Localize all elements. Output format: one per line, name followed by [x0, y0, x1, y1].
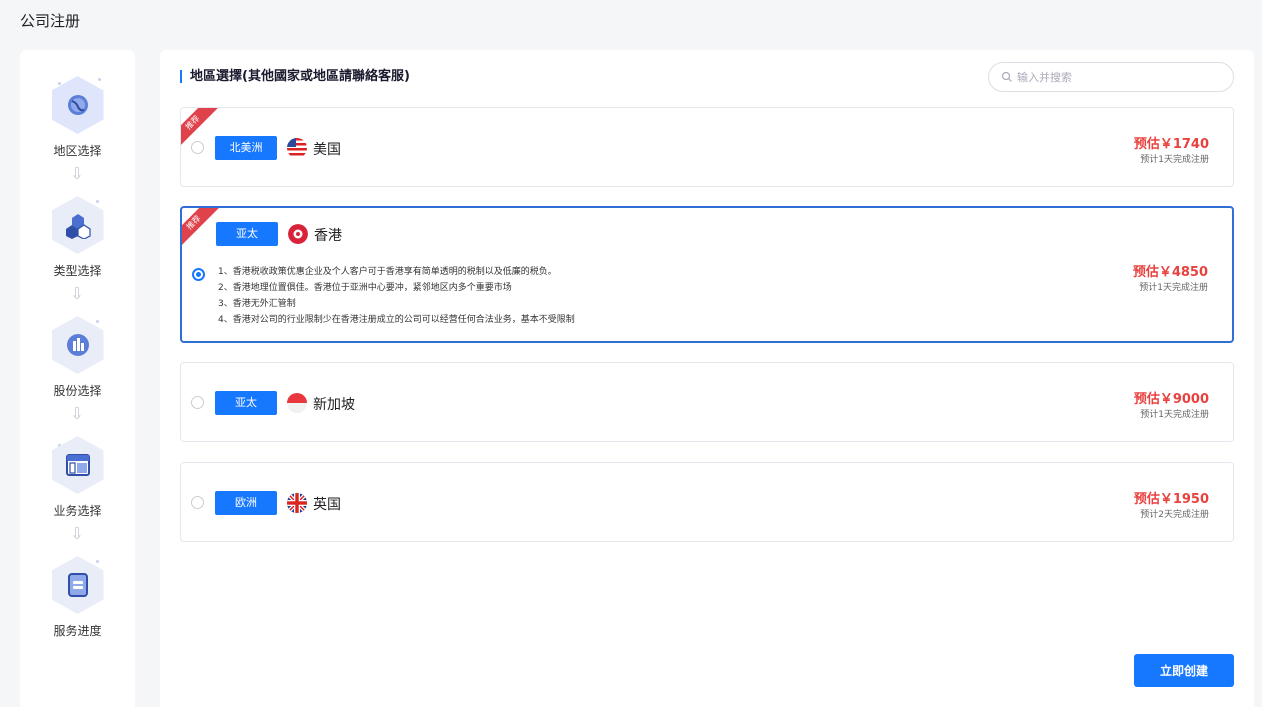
- region-radio[interactable]: [191, 141, 204, 154]
- region-card-uk[interactable]: 欧洲 英国 预估￥1950 预计2天完成注册: [180, 462, 1234, 542]
- step-label: 类型选择: [53, 264, 102, 278]
- step-label: 地区选择: [53, 144, 102, 158]
- region-card-us[interactable]: 推荐 北美洲 美国 预估￥1740 预计1天完成注册: [180, 107, 1234, 187]
- price: 预估￥4850: [1132, 265, 1208, 280]
- section-title: 地區選擇(其他國家或地區請聯絡客服): [180, 70, 410, 83]
- region-tag: 北美洲: [215, 136, 277, 160]
- step-label: 服务进度: [53, 624, 102, 638]
- description-line: 2、香港地理位置俱佳。香港位于亚洲中心要冲，紧邻地区内多个重要市场: [218, 283, 512, 293]
- arrow-down-icon: ⇩: [70, 524, 84, 543]
- step-label: 业务选择: [53, 504, 102, 518]
- step-label: 股份选择: [53, 384, 102, 398]
- type-icon: [51, 196, 104, 254]
- price: 预估￥1740: [1133, 137, 1209, 152]
- region-description: 1、香港税收政策优惠企业及个人客户可于香港享有简单透明的税制以及低廉的税负。 2…: [218, 264, 575, 328]
- region-tag: 亚太: [216, 222, 278, 246]
- main-panel: 地區選擇(其他國家或地區請聯絡客服) 推荐 北美洲 美国 预估￥1740 预计1…: [160, 50, 1254, 707]
- eta: 预计1天完成注册: [1140, 155, 1209, 165]
- step-sidebar: 地区选择 ⇩ 类型选择 ⇩ 股份选择 ⇩ 业务选择 ⇩ 服务进度: [20, 50, 135, 707]
- step-progress[interactable]: 服务进度: [20, 556, 135, 639]
- region-radio[interactable]: [191, 496, 204, 509]
- progress-icon: [51, 556, 104, 614]
- eta: 预计1天完成注册: [1140, 410, 1209, 420]
- region-radio[interactable]: [192, 268, 205, 281]
- arrow-down-icon: ⇩: [70, 404, 84, 423]
- search-box[interactable]: [988, 62, 1234, 92]
- us-flag-icon: [287, 138, 307, 158]
- price: 预估￥9000: [1133, 392, 1209, 407]
- step-business[interactable]: 业务选择: [20, 436, 135, 519]
- search-icon: [1001, 71, 1012, 82]
- eta: 预计1天完成注册: [1139, 283, 1208, 293]
- recommend-badge: 推荐: [182, 208, 219, 248]
- page-title: 公司注册: [20, 12, 81, 30]
- hk-flag-icon: [288, 224, 308, 244]
- description-line: 1、香港税收政策优惠企业及个人客户可于香港享有简单透明的税制以及低廉的税负。: [218, 267, 557, 277]
- region-card-sg[interactable]: 亚太 新加坡 预估￥9000 预计1天完成注册: [180, 362, 1234, 442]
- price: 预估￥1950: [1133, 492, 1209, 507]
- country-name: 美国: [313, 142, 341, 158]
- region-tag: 欧洲: [215, 491, 277, 515]
- description-line: 4、香港对公司的行业限制少在香港注册成立的公司可以经营任何合法业务，基本不受限制: [218, 315, 575, 325]
- search-input[interactable]: [1017, 70, 1217, 84]
- shares-icon: [51, 316, 104, 374]
- step-region[interactable]: 地区选择: [20, 76, 135, 159]
- uk-flag-icon: [287, 493, 307, 513]
- arrow-down-icon: ⇩: [70, 164, 84, 183]
- country-name: 英国: [313, 497, 341, 513]
- region-card-hk[interactable]: 推荐 亚太 香港 1、香港税收政策优惠企业及个人客户可于香港享有简单透明的税制以…: [180, 206, 1234, 343]
- eta: 预计2天完成注册: [1140, 510, 1209, 520]
- step-type[interactable]: 类型选择: [20, 196, 135, 279]
- create-button[interactable]: 立即创建: [1134, 654, 1234, 687]
- region-radio[interactable]: [191, 396, 204, 409]
- country-name: 新加坡: [313, 397, 355, 413]
- country-name: 香港: [314, 228, 342, 244]
- region-tag: 亚太: [215, 391, 277, 415]
- sg-flag-icon: [287, 393, 307, 413]
- arrow-down-icon: ⇩: [70, 284, 84, 303]
- description-line: 3、香港无外汇管制: [218, 299, 296, 309]
- step-shares[interactable]: 股份选择: [20, 316, 135, 399]
